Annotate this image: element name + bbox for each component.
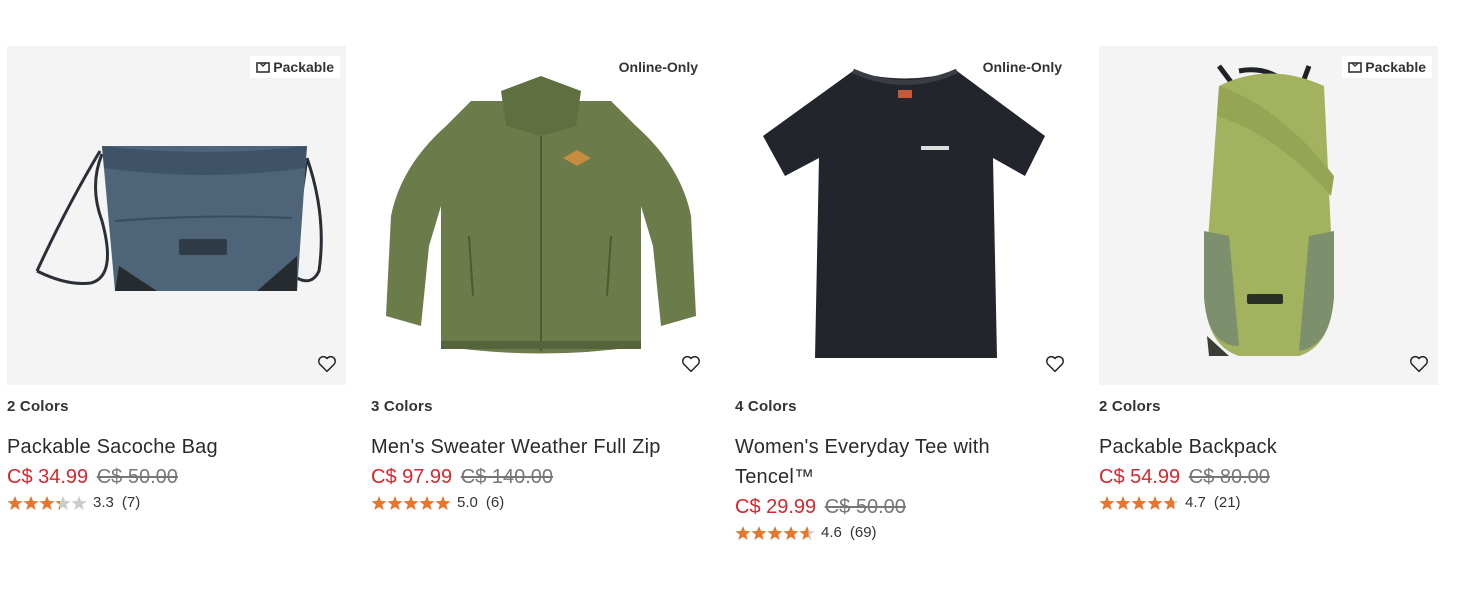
product-card[interactable]: Packable 2 Colors Packable Sacoche Bag C… bbox=[7, 46, 346, 541]
rating[interactable]: 3.3 (7) bbox=[7, 494, 346, 511]
product-image-packable-backpack[interactable] bbox=[1099, 46, 1438, 385]
star-icon bbox=[751, 525, 767, 540]
heart-icon[interactable] bbox=[1408, 353, 1430, 375]
rating[interactable]: 4.6 (69) bbox=[735, 524, 1074, 541]
review-count: (69) bbox=[849, 524, 877, 541]
star-icon bbox=[735, 525, 751, 540]
star-icon bbox=[799, 525, 815, 540]
packable-icon bbox=[256, 62, 271, 73]
packable-icon bbox=[1348, 62, 1363, 73]
review-count: (6) bbox=[485, 494, 505, 511]
rating[interactable]: 4.7 (21) bbox=[1099, 494, 1438, 511]
badge-label: Online-Only bbox=[618, 59, 698, 75]
price: C$ 97.99 C$ 140.00 bbox=[371, 462, 710, 492]
star-icon bbox=[1131, 495, 1147, 510]
star-rating bbox=[371, 495, 451, 511]
product-name[interactable]: Packable Backpack bbox=[1099, 432, 1438, 462]
star-icon bbox=[403, 495, 419, 510]
product-image-area[interactable]: Packable bbox=[7, 46, 346, 385]
sale-price: C$ 29.99 bbox=[735, 496, 817, 518]
sale-price: C$ 54.99 bbox=[1099, 466, 1181, 488]
original-price: C$ 140.00 bbox=[460, 466, 554, 488]
heart-icon[interactable] bbox=[1044, 353, 1066, 375]
badge-label: Online-Only bbox=[982, 59, 1062, 75]
product-image-area[interactable]: Online-Only bbox=[735, 46, 1074, 385]
product-name[interactable]: Packable Sacoche Bag bbox=[7, 432, 346, 462]
product-card[interactable]: Online-Only 3 Colors Men's Sweater Weath… bbox=[371, 46, 710, 541]
star-icon bbox=[23, 495, 39, 510]
badge-label: Packable bbox=[273, 59, 334, 75]
rating-score: 5.0 bbox=[457, 494, 478, 511]
color-count[interactable]: 4 Colors bbox=[735, 398, 1074, 415]
price: C$ 34.99 C$ 50.00 bbox=[7, 462, 346, 492]
star-rating bbox=[7, 495, 87, 511]
star-icon bbox=[435, 495, 451, 510]
rating-score: 4.6 bbox=[821, 524, 842, 541]
review-count: (7) bbox=[121, 494, 141, 511]
rating-score: 3.3 bbox=[93, 494, 114, 511]
badge-label: Packable bbox=[1365, 59, 1426, 75]
color-count[interactable]: 2 Colors bbox=[1099, 398, 1438, 415]
product-image-sacoche-bag[interactable] bbox=[7, 46, 346, 385]
review-count: (21) bbox=[1213, 494, 1241, 511]
packable-badge: Packable bbox=[250, 56, 340, 78]
online-only-badge: Online-Only bbox=[613, 56, 704, 78]
rating[interactable]: 5.0 (6) bbox=[371, 494, 710, 511]
price: C$ 29.99 C$ 50.00 bbox=[735, 492, 1074, 522]
product-name[interactable]: Men's Sweater Weather Full Zip bbox=[371, 432, 710, 462]
star-icon bbox=[1099, 495, 1115, 510]
star-icon bbox=[71, 495, 87, 510]
heart-icon[interactable] bbox=[316, 353, 338, 375]
star-icon bbox=[783, 525, 799, 540]
rating-score: 4.7 bbox=[1185, 494, 1206, 511]
star-icon bbox=[387, 495, 403, 510]
color-count[interactable]: 2 Colors bbox=[7, 398, 346, 415]
product-image-everyday-tee[interactable] bbox=[735, 46, 1074, 385]
color-count[interactable]: 3 Colors bbox=[371, 398, 710, 415]
product-card[interactable]: Packable 2 Colors Packable Backpack C$ 5… bbox=[1099, 46, 1438, 541]
product-image-area[interactable]: Packable bbox=[1099, 46, 1438, 385]
product-image-sweater-full-zip[interactable] bbox=[371, 46, 710, 385]
star-rating bbox=[735, 525, 815, 541]
star-icon bbox=[7, 495, 23, 510]
product-card[interactable]: Online-Only 4 Colors Women's Everyday Te… bbox=[735, 46, 1074, 541]
star-icon bbox=[39, 495, 55, 510]
product-image-area[interactable]: Online-Only bbox=[371, 46, 710, 385]
star-icon bbox=[1163, 495, 1179, 510]
product-grid: Packable 2 Colors Packable Sacoche Bag C… bbox=[7, 46, 1438, 541]
original-price: C$ 50.00 bbox=[824, 496, 906, 518]
price: C$ 54.99 C$ 80.00 bbox=[1099, 462, 1438, 492]
star-rating bbox=[1099, 495, 1179, 511]
original-price: C$ 80.00 bbox=[1188, 466, 1270, 488]
star-icon bbox=[55, 495, 71, 510]
star-icon bbox=[1147, 495, 1163, 510]
heart-icon[interactable] bbox=[680, 353, 702, 375]
sale-price: C$ 34.99 bbox=[7, 466, 89, 488]
star-icon bbox=[419, 495, 435, 510]
product-name[interactable]: Women's Everyday Tee with Tencel™ bbox=[735, 432, 1074, 492]
star-icon bbox=[371, 495, 387, 510]
packable-badge: Packable bbox=[1342, 56, 1432, 78]
sale-price: C$ 97.99 bbox=[371, 466, 453, 488]
online-only-badge: Online-Only bbox=[977, 56, 1068, 78]
star-icon bbox=[767, 525, 783, 540]
star-icon bbox=[1115, 495, 1131, 510]
original-price: C$ 50.00 bbox=[96, 466, 178, 488]
